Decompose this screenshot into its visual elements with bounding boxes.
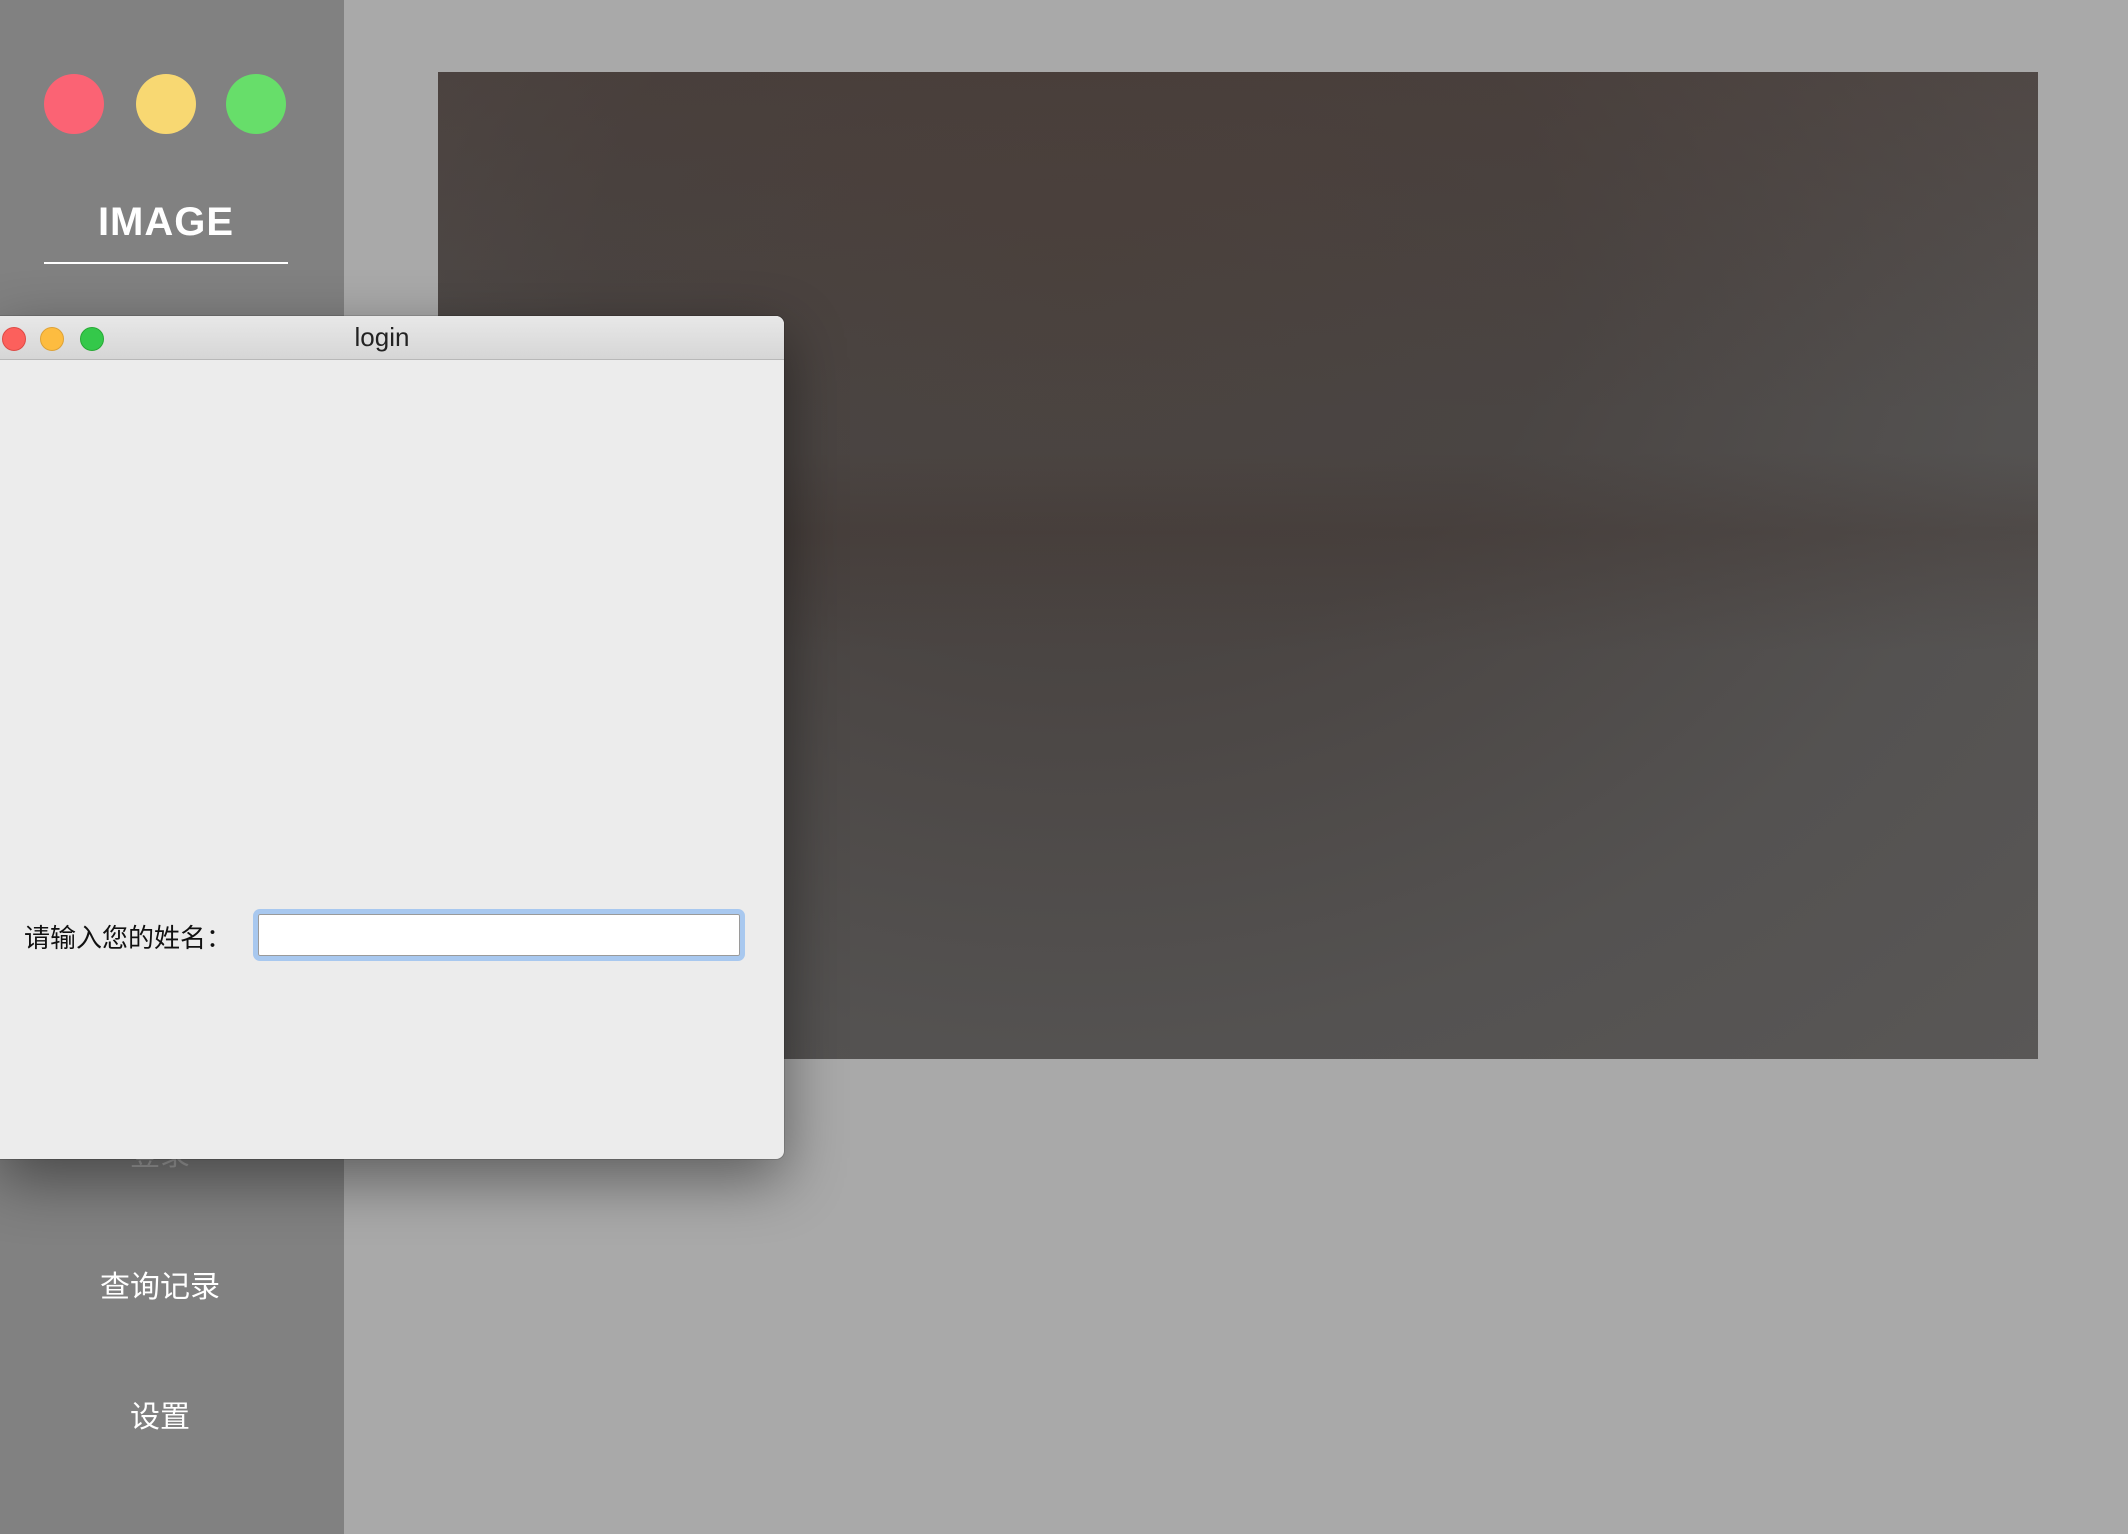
sidebar-item-query-records[interactable]: 查询记录: [0, 1262, 320, 1306]
login-dialog: login 请输入您的姓名： 保存 清空: [0, 316, 784, 1159]
maximize-window-icon[interactable]: [226, 74, 286, 134]
dialog-titlebar[interactable]: login: [0, 316, 784, 360]
dialog-title: login: [354, 322, 410, 352]
title-underline: [44, 262, 288, 264]
name-input[interactable]: [253, 909, 745, 961]
name-label: 请输入您的姓名：: [24, 923, 233, 953]
sidebar-item-settings[interactable]: 设置: [0, 1392, 320, 1436]
minimize-window-icon[interactable]: [136, 74, 196, 134]
close-window-icon[interactable]: [44, 74, 104, 134]
app-window: IMAGE 登录 查询记录 设置 login 请输入您的姓名： 保存 清空: [0, 0, 2128, 1534]
app-title: IMAGE: [97, 200, 235, 244]
